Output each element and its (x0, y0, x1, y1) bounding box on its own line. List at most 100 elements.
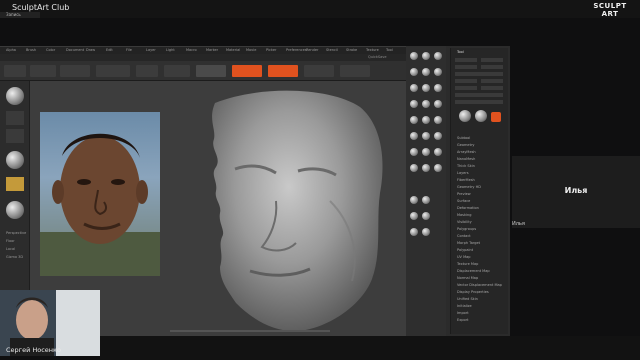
tool-menu-item[interactable]: NanoMesh (457, 157, 475, 161)
brush-icon[interactable] (422, 212, 430, 220)
tool-menu-item[interactable]: Contact (457, 234, 471, 238)
menubar-item[interactable]: Color (46, 48, 55, 52)
alpha-preview-icon[interactable] (6, 129, 24, 143)
brush-icon[interactable] (422, 228, 430, 236)
toolbar-button[interactable] (304, 65, 334, 77)
brush-icon[interactable] (422, 164, 430, 172)
toolbar-button[interactable] (164, 65, 190, 77)
tool-panel-button[interactable] (455, 65, 477, 69)
menubar-item[interactable]: Stencil (326, 48, 338, 52)
record-indicator[interactable]: Запись (0, 12, 40, 18)
tool-thumbnail-icon[interactable] (491, 112, 501, 122)
brush-icon[interactable] (422, 196, 430, 204)
toolbar-button[interactable] (96, 65, 130, 77)
brush-icon[interactable] (422, 84, 430, 92)
brush-icon[interactable] (410, 228, 418, 236)
brush-icon[interactable] (410, 196, 418, 204)
tool-menu-item[interactable]: Displacement Map (457, 269, 490, 273)
brush-preview-icon[interactable] (6, 87, 24, 105)
menubar-item[interactable]: Macro (186, 48, 197, 52)
tool-menu-item[interactable]: Import (457, 311, 469, 315)
brush-icon[interactable] (422, 52, 430, 60)
menubar-item[interactable]: Light (166, 48, 175, 52)
left-label[interactable]: Floor (6, 239, 15, 243)
menubar-item[interactable]: Edit (106, 48, 113, 52)
brush-icon[interactable] (410, 116, 418, 124)
brush-icon[interactable] (434, 148, 442, 156)
brush-icon[interactable] (422, 148, 430, 156)
tool-menu-item[interactable]: Morph Target (457, 241, 480, 245)
left-label[interactable]: Gizmo 3D (6, 255, 23, 259)
tool-menu-item[interactable]: Geometry HD (457, 185, 481, 189)
tool-menu-item[interactable]: Thick Skin (457, 164, 475, 168)
tool-menu-item[interactable]: Preview (457, 192, 471, 196)
brush-icon[interactable] (410, 212, 418, 220)
save-as-button[interactable] (481, 58, 503, 62)
toolbar-button[interactable] (196, 65, 226, 77)
brush-icon[interactable] (422, 100, 430, 108)
stroke-preview-icon[interactable] (6, 111, 24, 125)
brush-icon[interactable] (434, 164, 442, 172)
toolbar-button[interactable] (136, 65, 158, 77)
load-tool-button[interactable] (455, 58, 477, 62)
tool-panel-button[interactable] (481, 86, 503, 90)
left-label[interactable]: Perspective (6, 231, 26, 235)
tool-menu-item[interactable]: Polygroups (457, 227, 476, 231)
tool-menu-item[interactable]: Masking (457, 213, 471, 217)
tool-menu-item[interactable]: Vector Displacement Map (457, 283, 502, 287)
menubar-item[interactable]: File (126, 48, 132, 52)
brush-icon[interactable] (434, 116, 442, 124)
quicksave-button[interactable]: QuickSave (368, 55, 387, 59)
menubar-item[interactable]: Stroke (346, 48, 357, 52)
brush-icon[interactable] (410, 52, 418, 60)
menubar-item[interactable]: Document (66, 48, 84, 52)
tool-menu-item[interactable]: ArrayMesh (457, 150, 476, 154)
toolbar-button[interactable] (30, 65, 56, 77)
tool-menu-item[interactable]: Initialize (457, 304, 472, 308)
toolbar-button[interactable] (340, 65, 370, 77)
brush-icon[interactable] (434, 52, 442, 60)
brush-icon[interactable] (410, 100, 418, 108)
tool-menu-item[interactable]: Texture Map (457, 262, 478, 266)
tool-panel-button[interactable] (455, 72, 503, 76)
tool-menu-item[interactable]: Normal Map (457, 276, 478, 280)
brush-icon[interactable] (434, 132, 442, 140)
tool-panel-button[interactable] (455, 79, 477, 83)
brush-icon[interactable] (422, 68, 430, 76)
tool-panel-button[interactable] (455, 93, 503, 97)
tool-menu-item[interactable]: Subtool (457, 136, 470, 140)
menubar-item[interactable]: Movie (246, 48, 256, 52)
menubar-item[interactable]: Marker (206, 48, 218, 52)
brush-icon[interactable] (410, 164, 418, 172)
menubar-item[interactable]: Material (226, 48, 240, 52)
toolbar-button[interactable] (60, 65, 90, 77)
tool-menu-item[interactable]: UV Map (457, 255, 470, 259)
brush-icon[interactable] (422, 132, 430, 140)
tool-menu-item[interactable]: Export (457, 318, 468, 322)
material-preview-icon[interactable] (6, 151, 24, 169)
brush-icon[interactable] (410, 148, 418, 156)
color-swatch-icon[interactable] (6, 177, 24, 191)
rgb-intensity-slider[interactable] (232, 65, 262, 77)
left-label[interactable]: Local (6, 247, 15, 251)
material-preview-icon[interactable] (6, 201, 24, 219)
tool-menu-item[interactable]: Unified Skin (457, 297, 478, 301)
tool-panel-button[interactable] (481, 65, 503, 69)
tool-menu-item[interactable]: Layers (457, 171, 469, 175)
brush-icon[interactable] (434, 84, 442, 92)
tool-thumbnail-icon[interactable] (459, 110, 471, 122)
menubar-item[interactable]: Tool (386, 48, 393, 52)
menubar-item[interactable]: Render (306, 48, 318, 52)
brush-icon[interactable] (434, 100, 442, 108)
toolbar-button[interactable] (4, 65, 26, 77)
brush-icon[interactable] (422, 116, 430, 124)
tool-panel-button[interactable] (455, 100, 503, 104)
brush-icon[interactable] (410, 132, 418, 140)
brush-icon[interactable] (410, 68, 418, 76)
tool-menu-item[interactable]: Geometry (457, 143, 474, 147)
tool-thumbnail-icon[interactable] (475, 110, 487, 122)
menubar-item[interactable]: Draw (86, 48, 95, 52)
menubar-item[interactable]: Texture (366, 48, 379, 52)
menubar-item[interactable]: Alpha (6, 48, 16, 52)
tool-panel-button[interactable] (455, 86, 477, 90)
